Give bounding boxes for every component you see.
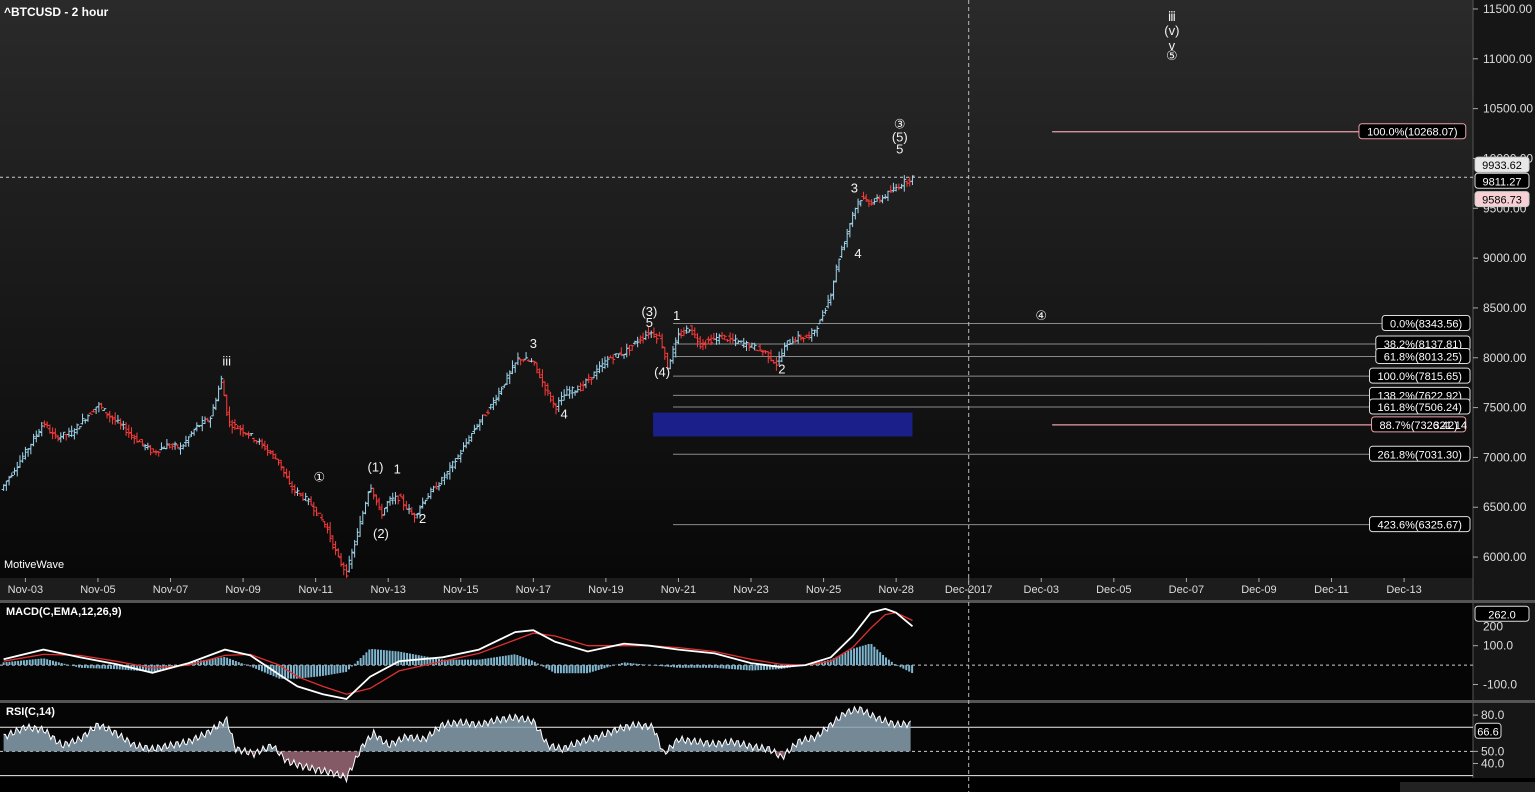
x-tick-label: Nov-09 <box>225 584 260 596</box>
wave-label: 4 <box>854 246 861 261</box>
x-tick-label: Dec-13 <box>1386 584 1421 596</box>
price-current-label: 9811.27 <box>1483 176 1522 188</box>
bottom-band <box>0 778 1535 792</box>
x-tick-label: Nov-07 <box>153 584 188 596</box>
wave-label: 3 <box>530 336 537 351</box>
macd-tick-label: 100.0 <box>1483 639 1513 653</box>
price-tick-label: 10500.00 <box>1483 102 1533 116</box>
macd-label: MACD(C,EMA,12,26,9) <box>6 606 122 618</box>
wave-label: ④ <box>1035 308 1047 323</box>
price-high-label: 9933.62 <box>1482 160 1522 172</box>
wave-label: 2 <box>778 362 785 377</box>
wave-label: (4) <box>654 365 670 380</box>
x-tick-label: Nov-11 <box>298 584 333 596</box>
x-tick-label: Dec-09 <box>1241 584 1276 596</box>
x-tick-label: Nov-03 <box>8 584 43 596</box>
scroll-track <box>1400 782 1535 792</box>
fib-label: 61.8%(8013.25) <box>1384 351 1462 363</box>
x-tick-label: Nov-23 <box>733 584 768 596</box>
x-tick-label: Nov-25 <box>806 584 841 596</box>
chart-canvas[interactable]: 6000.00 6500.00 7000.00 7500.00 8000.00 8500.… <box>0 0 1535 792</box>
price-tick-label: 6500.00 <box>1483 500 1527 514</box>
target-zone <box>653 412 913 437</box>
wave-label: 1 <box>673 308 680 323</box>
price-tick-label: 9000.00 <box>1483 251 1527 265</box>
fib-label: 100.0%(7815.65) <box>1378 371 1462 383</box>
wave-label: 5 <box>646 315 653 330</box>
separator-1 <box>0 600 1535 603</box>
target-label: 100.0%(10268.07) <box>1367 127 1458 139</box>
wave-label: ⅲ <box>1168 9 1176 24</box>
fib-label: 423.6%(6325.67) <box>1378 520 1462 532</box>
price-tick-label: 8000.00 <box>1483 351 1527 365</box>
brand-watermark: MotiveWave <box>4 559 65 571</box>
x-tick-label: Nov-28 <box>878 584 913 596</box>
wave-label: iii <box>222 354 231 369</box>
wave-label: 5 <box>896 141 903 156</box>
price-tick-label: 7500.00 <box>1483 401 1527 415</box>
x-tick-label: Nov-15 <box>443 584 478 596</box>
price-tick-label: 11500.00 <box>1483 2 1532 16</box>
x-tick-label: Nov-17 <box>516 584 551 596</box>
y-axis-band <box>1473 0 1535 792</box>
price-tick-label: 7000.00 <box>1483 450 1527 464</box>
x-tick-label: Nov-13 <box>370 584 405 596</box>
wave-label: ⑤ <box>1166 48 1178 63</box>
price-panel <box>0 0 1473 578</box>
price-tick-label: 6000.00 <box>1483 550 1527 564</box>
wave-label: (v) <box>1164 23 1179 38</box>
wave-label: ① <box>313 469 325 484</box>
x-tick-label: Dec-07 <box>1169 584 1204 596</box>
fib-label: 161.8%(7506.24) <box>1378 402 1462 414</box>
x-tick-label: Dec-05 <box>1096 584 1131 596</box>
price-tick-label: 11000.00 <box>1483 52 1532 66</box>
price-tick-label: 8500.00 <box>1483 301 1527 315</box>
x-tick-label: Nov-05 <box>80 584 115 596</box>
wave-label: 4 <box>561 407 568 422</box>
x-tick-label: Dec-11 <box>1314 584 1349 596</box>
wave-label: 2 <box>419 511 426 526</box>
rsi-label: RSI(C,14) <box>6 706 55 718</box>
separator-2 <box>0 700 1535 703</box>
wave-label: 1 <box>394 461 401 476</box>
price-low-label: 9586.73 <box>1482 195 1522 207</box>
fib-label: 0.0%(8343.56) <box>1390 319 1462 331</box>
fib-label: 261.8%(7031.30) <box>1378 449 1462 461</box>
macd-current-label: 262.0 <box>1488 609 1516 621</box>
x-tick-label: Nov-21 <box>661 584 696 596</box>
target-extra-label: 321.14 <box>1433 420 1467 432</box>
wave-label: (1) <box>368 459 384 474</box>
chart-title: ^BTCUSD - 2 hour <box>4 5 109 19</box>
rsi-tick-label: 80.0 <box>1481 708 1505 722</box>
rsi-tick-label: 40.0 <box>1481 756 1505 770</box>
rsi-current-label: 66.6 <box>1477 726 1498 738</box>
x-tick-label: Nov-19 <box>588 584 623 596</box>
x-tick-label: Dec-03 <box>1024 584 1059 596</box>
wave-label: 3 <box>851 180 858 195</box>
macd-tick-label: -100.0 <box>1483 677 1517 691</box>
wave-label: (2) <box>373 526 389 541</box>
